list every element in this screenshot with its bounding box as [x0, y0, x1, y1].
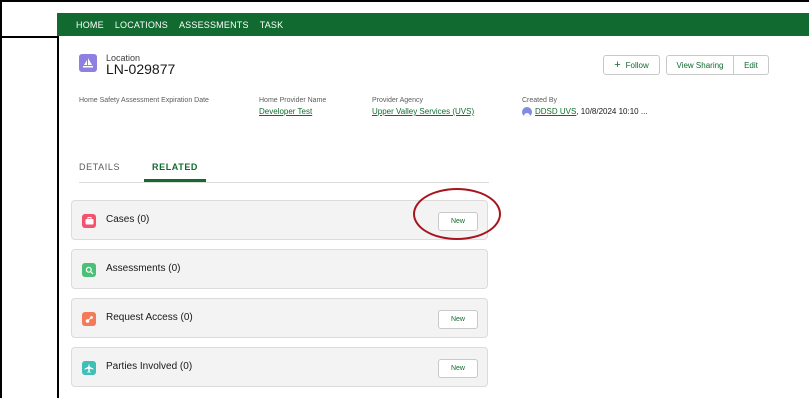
provider-agency-link[interactable]: Upper Valley Services (UVS) — [372, 107, 474, 116]
frame-line-left-upper — [0, 0, 2, 398]
user-avatar-icon — [522, 107, 532, 117]
related-card-request-access: Request Access (0) New — [71, 298, 488, 338]
record-action-group: View Sharing Edit — [666, 55, 769, 75]
request-access-new-button[interactable]: New — [438, 310, 478, 329]
nav-locations[interactable]: LOCATIONS — [115, 20, 168, 30]
frame-line-step — [0, 36, 59, 38]
record-tabs: DETAILS RELATED — [79, 160, 489, 183]
frame-line-top-right — [57, 0, 809, 13]
tab-details[interactable]: DETAILS — [79, 162, 120, 172]
case-briefcase-icon — [82, 214, 96, 228]
annotation-highlight-circle — [413, 188, 501, 240]
cases-card-title[interactable]: Cases (0) — [106, 214, 149, 225]
created-by-user-link[interactable]: DDSD UVS — [535, 107, 576, 116]
top-nav-bar: HOME LOCATIONS ASSESSMENTS TASK — [57, 13, 809, 36]
sailboat-icon — [79, 54, 97, 72]
tab-related[interactable]: RELATED — [152, 162, 198, 172]
parties-involved-card-title[interactable]: Parties Involved (0) — [106, 361, 192, 372]
related-card-parties-involved: Parties Involved (0) New — [71, 347, 488, 387]
tab-active-indicator — [144, 179, 206, 182]
assessments-card-title[interactable]: Assessments (0) — [106, 263, 180, 274]
nav-home[interactable]: HOME — [76, 20, 104, 30]
parties-airplane-icon — [82, 361, 96, 375]
request-access-icon — [82, 312, 96, 326]
parties-involved-new-button[interactable]: New — [438, 359, 478, 378]
expiration-date-label: Home Safety Assessment Expiration Date — [79, 97, 209, 104]
provider-name-link[interactable]: Developer Test — [259, 107, 312, 116]
related-card-assessments: Assessments (0) — [71, 249, 488, 289]
assessment-search-icon — [82, 263, 96, 277]
provider-name-label: Home Provider Name — [259, 97, 327, 104]
nav-task[interactable]: TASK — [260, 20, 284, 30]
request-access-card-title[interactable]: Request Access (0) — [106, 312, 193, 323]
record-name: LN-029877 — [106, 61, 176, 77]
follow-button[interactable]: + Follow — [603, 55, 660, 75]
plus-icon: + — [614, 59, 621, 71]
edit-button[interactable]: Edit — [734, 55, 769, 75]
created-by-value: DDSD UVS, 10/8/2024 10:10 ... — [535, 107, 648, 116]
created-by-label: Created By — [522, 97, 558, 104]
view-sharing-button[interactable]: View Sharing — [666, 55, 734, 75]
created-date: , 10/8/2024 10:10 ... — [576, 107, 648, 116]
provider-agency-label: Provider Agency — [372, 97, 423, 104]
follow-label: Follow — [625, 60, 649, 70]
nav-assessments[interactable]: ASSESSMENTS — [179, 20, 249, 30]
frame-line-top — [0, 0, 57, 2]
